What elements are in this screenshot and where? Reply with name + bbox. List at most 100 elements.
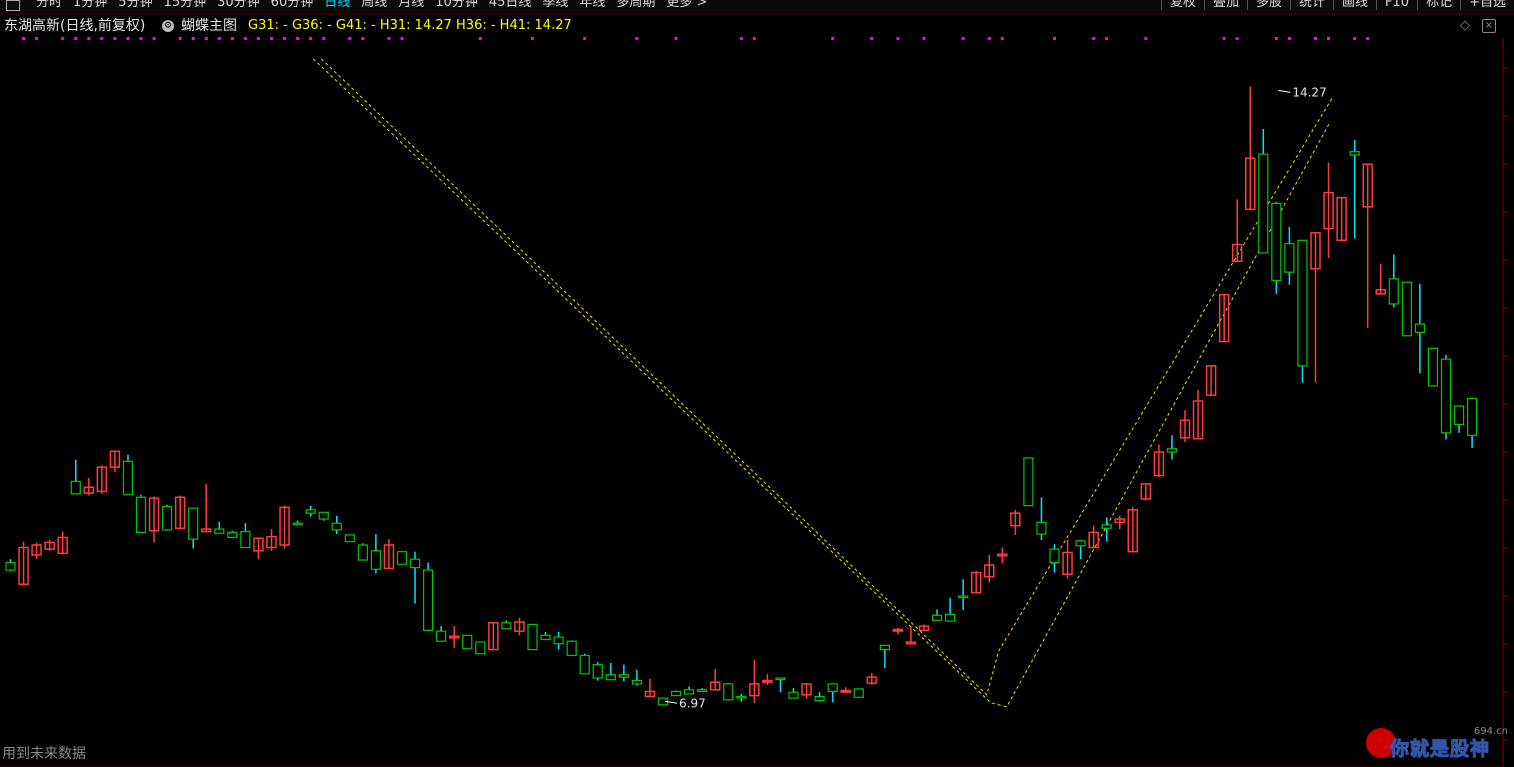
candle-body-down	[436, 630, 447, 642]
candle-body-down	[931, 614, 943, 621]
candle-body-down	[501, 622, 512, 630]
candle-body-down	[605, 674, 616, 681]
signal-dot	[674, 37, 678, 40]
candle-body-down	[553, 636, 564, 645]
candle-body-down	[1466, 397, 1478, 436]
candle-body-down	[1023, 457, 1034, 507]
signal-dot	[322, 37, 326, 40]
signal-dot	[178, 37, 182, 40]
candle-body-down	[566, 640, 577, 657]
signal-dot	[987, 37, 991, 40]
candle-body-up	[840, 689, 851, 693]
candle-body-down	[1297, 239, 1308, 367]
annotation-label: 6.97	[679, 696, 706, 710]
signal-dot	[1274, 37, 1278, 40]
signal-dot	[152, 37, 156, 40]
signal-dot	[361, 37, 365, 40]
signal-dot	[348, 37, 352, 40]
signal-dot	[1144, 37, 1148, 40]
candle-body-down	[240, 530, 251, 549]
signal-dot	[896, 37, 900, 40]
signal-dot	[126, 37, 130, 40]
signal-dot	[217, 37, 221, 40]
candle-body-down	[879, 644, 890, 651]
signal-dot	[478, 37, 482, 40]
signal-dot	[113, 37, 117, 40]
candle-body-down	[527, 623, 538, 651]
signal-dot	[1053, 37, 1056, 40]
signal-dot	[1222, 37, 1226, 40]
candle-body-down	[944, 613, 956, 622]
signal-dot	[100, 37, 104, 40]
candle-body-down	[396, 551, 408, 565]
signal-dot	[583, 37, 587, 40]
signal-dot	[1235, 37, 1239, 40]
signal-dot	[961, 37, 965, 40]
watermark-logo: 694.cn 你就是股神	[1364, 724, 1514, 767]
signal-dot	[296, 37, 300, 40]
candle-body-down	[1284, 243, 1295, 273]
signal-dot	[1327, 37, 1331, 40]
candle-body-down	[814, 695, 825, 702]
signal-dot	[1353, 37, 1357, 40]
candle-body-down	[1453, 405, 1465, 426]
candle-body-down	[723, 683, 734, 701]
signal-dot	[87, 37, 91, 40]
signal-dot	[283, 37, 287, 40]
signal-dot	[256, 37, 260, 40]
signal-dot	[1000, 37, 1004, 40]
candle-body-down	[409, 558, 421, 569]
candle-body-down	[827, 683, 838, 693]
candle-body-down	[736, 695, 747, 699]
candle-body-down	[122, 460, 134, 496]
signal-dot	[870, 37, 874, 40]
candle-body-down	[1401, 281, 1412, 337]
candle-body-down	[5, 561, 16, 571]
candle-body-down	[344, 534, 355, 543]
signal-dot	[35, 37, 39, 40]
annotation-arrow	[1278, 89, 1291, 93]
candle-body-down	[683, 689, 695, 695]
candle-body-down	[1166, 448, 1178, 453]
signal-dot	[74, 37, 78, 40]
candle-body-down	[540, 634, 551, 641]
signal-dot	[531, 37, 534, 40]
candlestick-chart[interactable]: 14.27 6.97	[0, 0, 1514, 767]
signal-dot	[1287, 37, 1291, 40]
signal-dot	[635, 37, 639, 40]
signal-dot	[270, 37, 273, 40]
logo-text: 你就是股神	[1389, 738, 1491, 761]
signal-dot	[22, 37, 26, 40]
candle-body-down	[697, 689, 708, 693]
candle-body-down	[70, 480, 81, 495]
candle-body-down	[162, 505, 173, 531]
candle-body-down	[214, 528, 225, 534]
candle-body-down	[135, 496, 147, 534]
candle-body-down	[318, 511, 329, 520]
candle-body-down	[1258, 153, 1269, 254]
candle-body-down	[305, 509, 316, 514]
candle-body-down	[423, 569, 434, 631]
candle-body-down	[1075, 540, 1086, 547]
candle-body-down	[579, 654, 590, 675]
candle-body-down	[188, 507, 199, 540]
signal-dot	[831, 37, 835, 40]
signal-dot	[204, 37, 208, 40]
candle-body-down	[1414, 323, 1426, 334]
candle-body-down	[292, 522, 303, 526]
candle-body-down	[1101, 524, 1112, 529]
signal-dot	[61, 37, 65, 40]
signal-dot	[1314, 37, 1317, 40]
signal-dot	[139, 37, 143, 40]
signal-dot	[309, 37, 313, 40]
signal-dot	[387, 37, 391, 40]
candle-body-down	[1271, 202, 1282, 282]
signal-dot	[230, 37, 234, 40]
signal-dot	[1366, 37, 1370, 40]
signal-dot	[1105, 37, 1109, 40]
signal-dot	[922, 37, 926, 40]
candle-body-up	[892, 628, 904, 632]
candle-body-down	[1349, 151, 1360, 156]
signal-dot	[191, 37, 195, 40]
candle-body-down	[631, 679, 643, 685]
